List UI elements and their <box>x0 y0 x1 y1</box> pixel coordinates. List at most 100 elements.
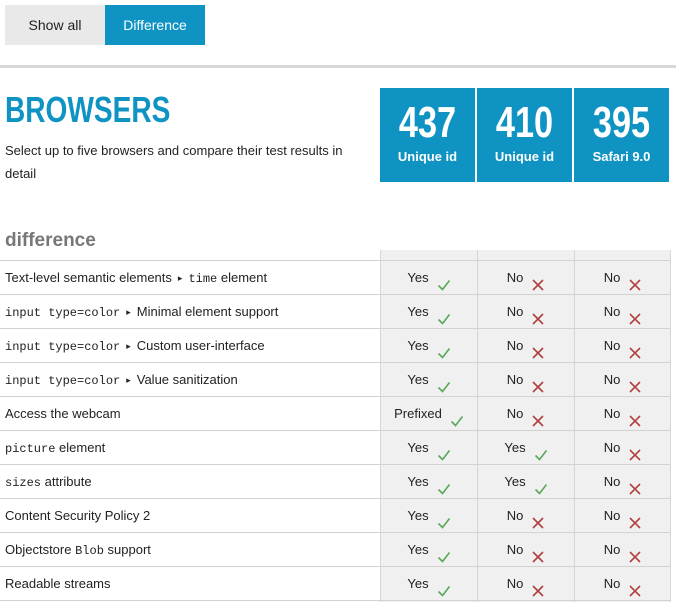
feature-name[interactable]: input type=color ▸ Value sanitization <box>5 363 238 397</box>
cross-icon <box>628 475 642 495</box>
cross-icon <box>628 271 642 291</box>
feature-name[interactable]: Text-level semantic elements ▸ time elemen… <box>5 261 267 295</box>
page-subtitle: Select up to five browsers and compare t… <box>5 143 343 181</box>
result-cell: No <box>575 567 671 601</box>
result-cell: Yes <box>381 431 477 465</box>
feature-name[interactable]: picture element <box>5 431 105 465</box>
result-cell: No <box>478 533 574 567</box>
table-row[interactable]: Text-level semantic elements ▸ time elemen… <box>0 261 670 295</box>
view-tabs: Show all Difference <box>5 5 205 45</box>
result-cell: Yes <box>381 465 477 499</box>
feature-name[interactable]: Objectstore Blob support <box>5 533 151 567</box>
result-cell: No <box>575 295 671 329</box>
result-text: Yes <box>407 576 429 591</box>
result-text: Yes <box>407 542 429 557</box>
result-text: No <box>603 270 621 285</box>
check-icon <box>437 271 451 291</box>
feature-text: Custom user-interface <box>136 338 265 353</box>
breadcrumb-arrow-icon: ▸ <box>126 341 131 351</box>
result-cell: No <box>575 499 671 533</box>
result-cell: Yes <box>381 363 477 397</box>
feature-name[interactable]: Access the webcam <box>5 397 121 431</box>
check-icon <box>437 543 451 563</box>
feature-text: Access the webcam <box>5 406 121 421</box>
browser-score-2[interactable]: 410 Unique id <box>477 88 572 182</box>
feature-name[interactable]: input type=color ▸ Custom user-interface <box>5 329 265 363</box>
table-row[interactable]: Content Security Policy 2 Yes No No <box>0 499 670 533</box>
feature-text: picture <box>5 442 56 456</box>
page-title: BROWSERS <box>5 89 171 130</box>
divider <box>0 65 676 68</box>
breadcrumb-arrow-icon: ▸ <box>126 375 131 385</box>
table-row[interactable]: Access the webcam Prefixed No No <box>0 397 670 431</box>
result-cell: Yes <box>478 465 574 499</box>
check-icon <box>437 305 451 325</box>
result-cell: No <box>575 329 671 363</box>
breadcrumb-arrow-icon: ▸ <box>177 273 183 283</box>
cross-icon <box>628 373 642 393</box>
cross-icon <box>531 509 545 529</box>
feature-text: Value sanitization <box>136 372 238 387</box>
feature-text: sizes <box>5 476 42 490</box>
check-icon <box>450 407 464 427</box>
feature-text: Objectstore <box>5 542 76 557</box>
result-text: No <box>603 576 621 591</box>
result-cell: Prefixed <box>381 397 477 431</box>
browser-score-1[interactable]: 437 Unique id <box>380 88 475 182</box>
feature-name[interactable]: sizes attribute <box>5 465 92 499</box>
result-cell: Yes <box>381 329 477 363</box>
feature-name[interactable]: Readable streams <box>5 567 111 601</box>
result-text: No <box>506 338 524 353</box>
check-icon <box>534 475 548 495</box>
result-text: Yes <box>407 270 429 285</box>
result-cell: No <box>478 261 574 295</box>
result-text: No <box>506 542 524 557</box>
result-text: No <box>506 372 524 387</box>
feature-text: element <box>217 270 268 285</box>
cross-icon <box>628 305 642 325</box>
feature-text: input type=color <box>5 306 121 320</box>
table-row[interactable]: Readable streams Yes No No <box>0 567 670 601</box>
result-cell: Yes <box>381 567 477 601</box>
result-text: No <box>603 372 621 387</box>
result-text: No <box>603 542 621 557</box>
feature-text: Minimal element support <box>136 304 279 319</box>
table-row[interactable]: Objectstore Blob support Yes No No <box>0 533 670 567</box>
result-cell: Yes <box>381 261 477 295</box>
table-row[interactable]: input type=color ▸ Value sanitization Yes No… <box>0 363 670 397</box>
feature-text: input type=color <box>5 340 121 354</box>
table-row[interactable]: sizes attribute Yes Yes No <box>0 465 670 499</box>
result-text: Yes <box>407 474 429 489</box>
result-cell: No <box>478 397 574 431</box>
result-text: No <box>603 338 621 353</box>
cross-icon <box>531 543 545 563</box>
table-row[interactable]: picture element Yes Yes No <box>0 431 670 465</box>
result-cell: No <box>478 295 574 329</box>
result-text: No <box>506 576 524 591</box>
feature-text: element <box>55 440 106 455</box>
cross-icon <box>628 339 642 359</box>
tab-difference[interactable]: Difference <box>105 5 205 45</box>
cross-icon <box>531 373 545 393</box>
result-text: Yes <box>407 440 429 455</box>
result-text: Yes <box>504 474 526 489</box>
result-text: Yes <box>407 372 429 387</box>
cross-icon <box>531 271 545 291</box>
result-text: No <box>506 508 524 523</box>
tab-show-all[interactable]: Show all <box>5 5 105 45</box>
browser-score-3[interactable]: 395 Safari 9.0 <box>574 88 669 182</box>
feature-name[interactable]: Content Security Policy 2 <box>5 499 150 533</box>
browser-name: Unique id <box>397 149 458 164</box>
feature-text: input type=color <box>5 374 121 388</box>
cross-icon <box>628 509 642 529</box>
feature-text: support <box>103 542 151 557</box>
feature-text: Readable streams <box>5 576 111 591</box>
browser-name: Unique id <box>494 149 555 164</box>
feature-name[interactable]: input type=color ▸ Minimal element support <box>5 295 278 329</box>
result-text: Yes <box>407 304 429 319</box>
cross-icon <box>531 339 545 359</box>
check-icon <box>437 441 451 461</box>
table-row[interactable]: input type=color ▸ Minimal element support… <box>0 295 670 329</box>
check-icon <box>437 509 451 529</box>
table-row[interactable]: input type=color ▸ Custom user-interface Ye… <box>0 329 670 363</box>
